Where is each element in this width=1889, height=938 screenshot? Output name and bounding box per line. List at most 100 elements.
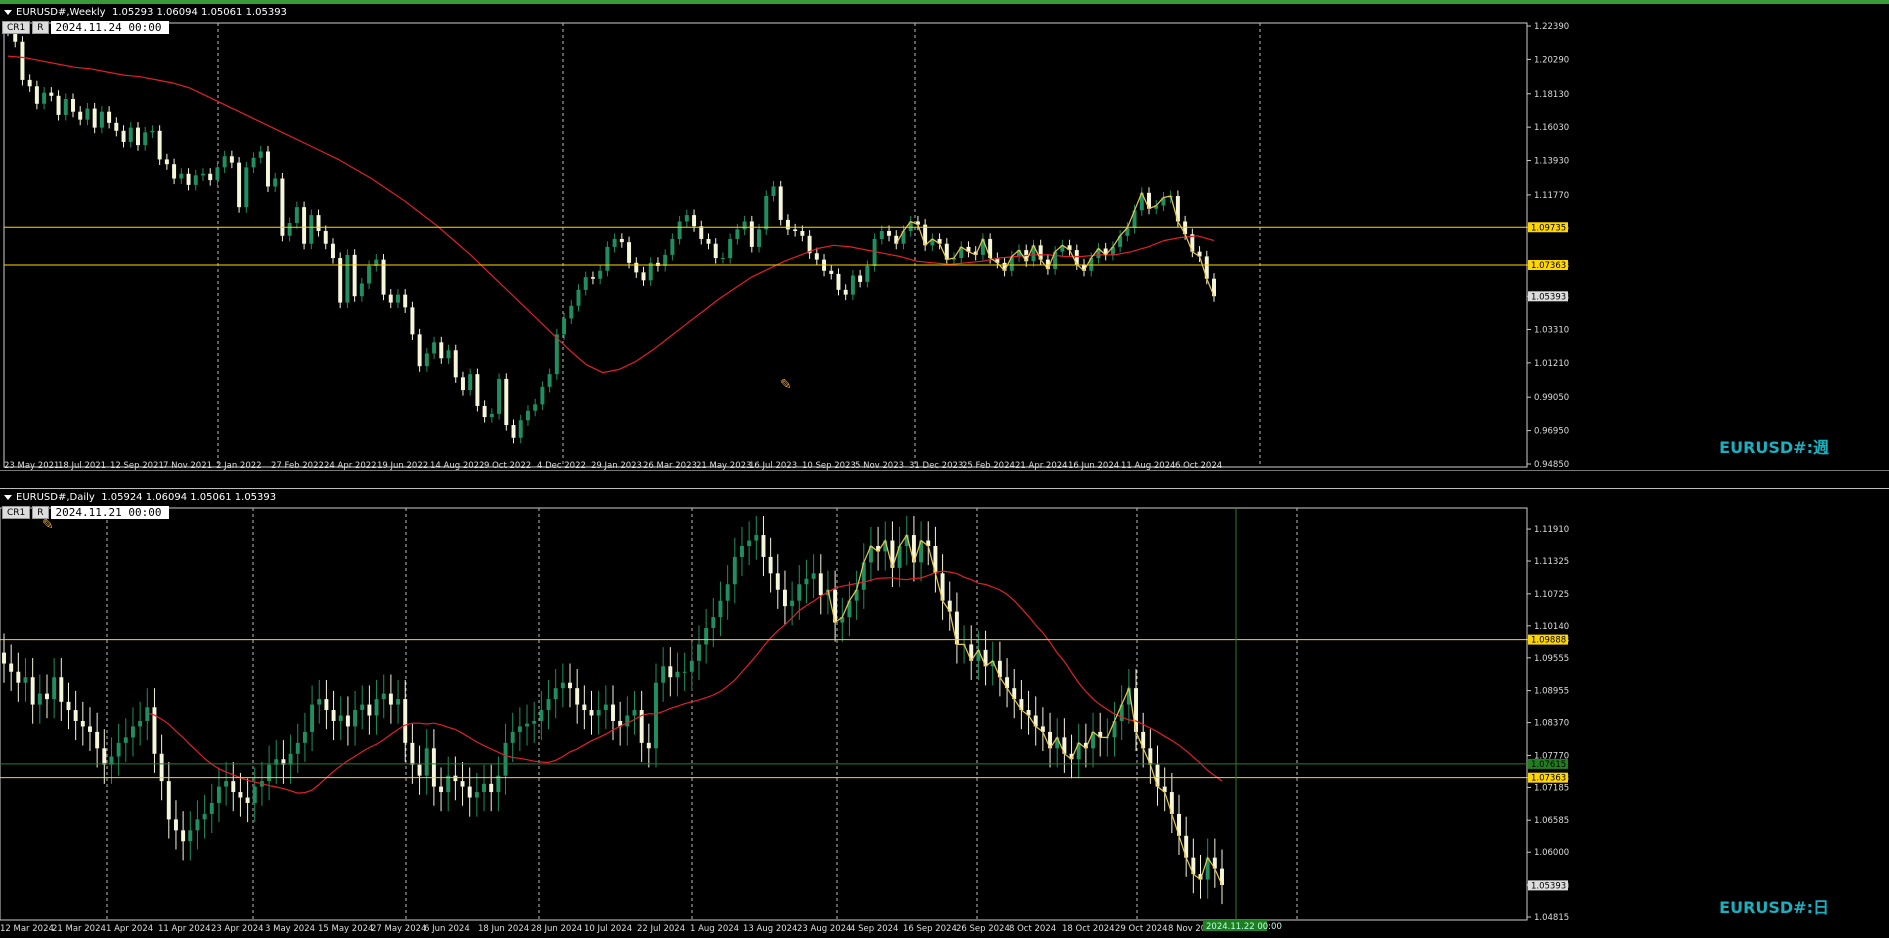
- candle-body: [518, 420, 523, 438]
- candle-body: [88, 726, 92, 732]
- time-axis-label: 27 Feb 2022: [271, 461, 324, 470]
- candle-body: [238, 792, 243, 798]
- candle-body: [785, 219, 790, 230]
- candle-body: [396, 699, 401, 705]
- candle-body: [166, 781, 171, 820]
- candle-body: [682, 671, 687, 673]
- candle-body: [367, 704, 372, 716]
- daily-chart-panel[interactable]: 1.11910 1.11325 1.10725 1.10140 1.09888 1.095…: [0, 488, 1889, 938]
- candle-body: [668, 666, 673, 678]
- candle-body: [562, 318, 567, 335]
- candle-body: [533, 404, 538, 411]
- candle-body: [453, 775, 458, 782]
- candle-body: [302, 731, 307, 743]
- candle-body: [353, 710, 358, 727]
- candle-body: [244, 167, 249, 208]
- weekly-date-input[interactable]: 2024.11.24 00:00: [50, 21, 169, 34]
- candle-body: [200, 173, 205, 176]
- candle-body: [59, 677, 64, 702]
- time-axis-label: 21 Apr 2024: [1015, 461, 1068, 470]
- time-axis-label: 7 Nov 2021: [163, 461, 212, 470]
- candle-body: [547, 374, 552, 387]
- candle-body: [797, 584, 802, 601]
- candle-body: [395, 294, 400, 303]
- candle-body: [330, 243, 335, 259]
- candle-body: [229, 156, 234, 163]
- candle-body: [742, 221, 747, 230]
- candle-body: [706, 238, 711, 244]
- candle-body: [689, 660, 694, 672]
- candle-body: [324, 699, 329, 711]
- candle-body: [497, 378, 502, 414]
- candle-body: [732, 556, 737, 585]
- candle-body: [71, 99, 75, 112]
- candle-body: [208, 173, 213, 181]
- candle-body: [310, 704, 315, 732]
- time-axis-label: 4 Sep 2024: [850, 924, 898, 934]
- time-axis-label: 2 Jan 2022: [216, 461, 262, 470]
- cr1-button[interactable]: CR1: [2, 21, 31, 34]
- candle-body: [811, 573, 816, 579]
- r-button[interactable]: R: [32, 21, 49, 34]
- time-axis-label: 23 May 2021: [4, 461, 59, 470]
- candle-body: [553, 688, 558, 700]
- candle-body: [865, 265, 870, 282]
- candle-body: [692, 215, 697, 227]
- time-axis-label: 16 Jul 2023: [749, 461, 797, 470]
- collapse-triangle-icon[interactable]: [4, 9, 12, 15]
- moving-average-line: [7, 55, 1215, 374]
- price-axis-label: 1.11910: [1534, 525, 1569, 535]
- candle-body: [294, 207, 299, 224]
- time-axis-label: 11 Aug 2024: [1121, 461, 1175, 470]
- candle-body: [439, 786, 444, 793]
- candle-body: [800, 231, 805, 236]
- candle-body: [569, 305, 574, 319]
- time-axis-label: 10 Jul 2024: [584, 924, 632, 934]
- candle-body: [460, 781, 465, 787]
- candle-body: [589, 710, 594, 716]
- candle-body: [128, 127, 133, 142]
- candle-body: [503, 742, 508, 776]
- time-axis-label: 19 Jun 2022: [377, 461, 428, 470]
- candle-body: [546, 699, 551, 711]
- collapse-triangle-icon[interactable]: [4, 494, 12, 500]
- candle-body: [804, 578, 809, 585]
- candle-body: [216, 786, 221, 803]
- daily-watermark: EURUSD#:日: [1719, 898, 1829, 917]
- candle-body: [273, 178, 278, 187]
- candle-body: [193, 175, 198, 185]
- candle-body: [424, 353, 429, 367]
- candle-body: [460, 377, 465, 391]
- candle-body: [16, 671, 21, 683]
- candle-body: [138, 720, 143, 727]
- time-axis-label: 1 Aug 2024: [690, 924, 739, 934]
- time-axis-label: 21 Mar 2024: [52, 924, 106, 934]
- candle-body: [525, 723, 529, 727]
- price-axis-label: 1.22390: [1534, 22, 1569, 32]
- weekly-chart-canvas[interactable]: 1.22390 1.20290 1.18130 1.16030 1.13930 1.117…: [0, 4, 1889, 470]
- cr1-button[interactable]: CR1: [2, 506, 31, 519]
- candle-body: [9, 663, 14, 672]
- candle-body: [858, 275, 863, 282]
- candle-body: [114, 122, 119, 131]
- daily-date-input[interactable]: 2024.11.21 00:00: [50, 506, 169, 519]
- daily-ohlc: 1.05924 1.06094 1.05061 1.05393: [101, 492, 277, 503]
- daily-chart-canvas[interactable]: 1.11910 1.11325 1.10725 1.10140 1.09888 1.095…: [0, 489, 1889, 938]
- candle-body: [188, 830, 193, 842]
- candle-body: [136, 127, 140, 146]
- candle-body: [704, 628, 709, 645]
- candle-body: [251, 157, 256, 168]
- candle-body: [23, 677, 28, 683]
- candle-body: [474, 792, 479, 798]
- r-button[interactable]: R: [32, 506, 49, 519]
- candle-body: [482, 405, 487, 418]
- weekly-chart-panel[interactable]: 1.22390 1.20290 1.18130 1.16030 1.13930 1.117…: [0, 0, 1889, 470]
- candle-body: [123, 737, 128, 743]
- candle-body: [181, 830, 186, 842]
- panel-separator[interactable]: [0, 470, 1889, 488]
- time-axis-label: 22 Jul 2024: [637, 924, 685, 934]
- candle-body: [252, 786, 257, 803]
- candle-body: [20, 41, 25, 80]
- price-axis-label: 0.96950: [1534, 427, 1569, 437]
- candle-body: [432, 342, 437, 354]
